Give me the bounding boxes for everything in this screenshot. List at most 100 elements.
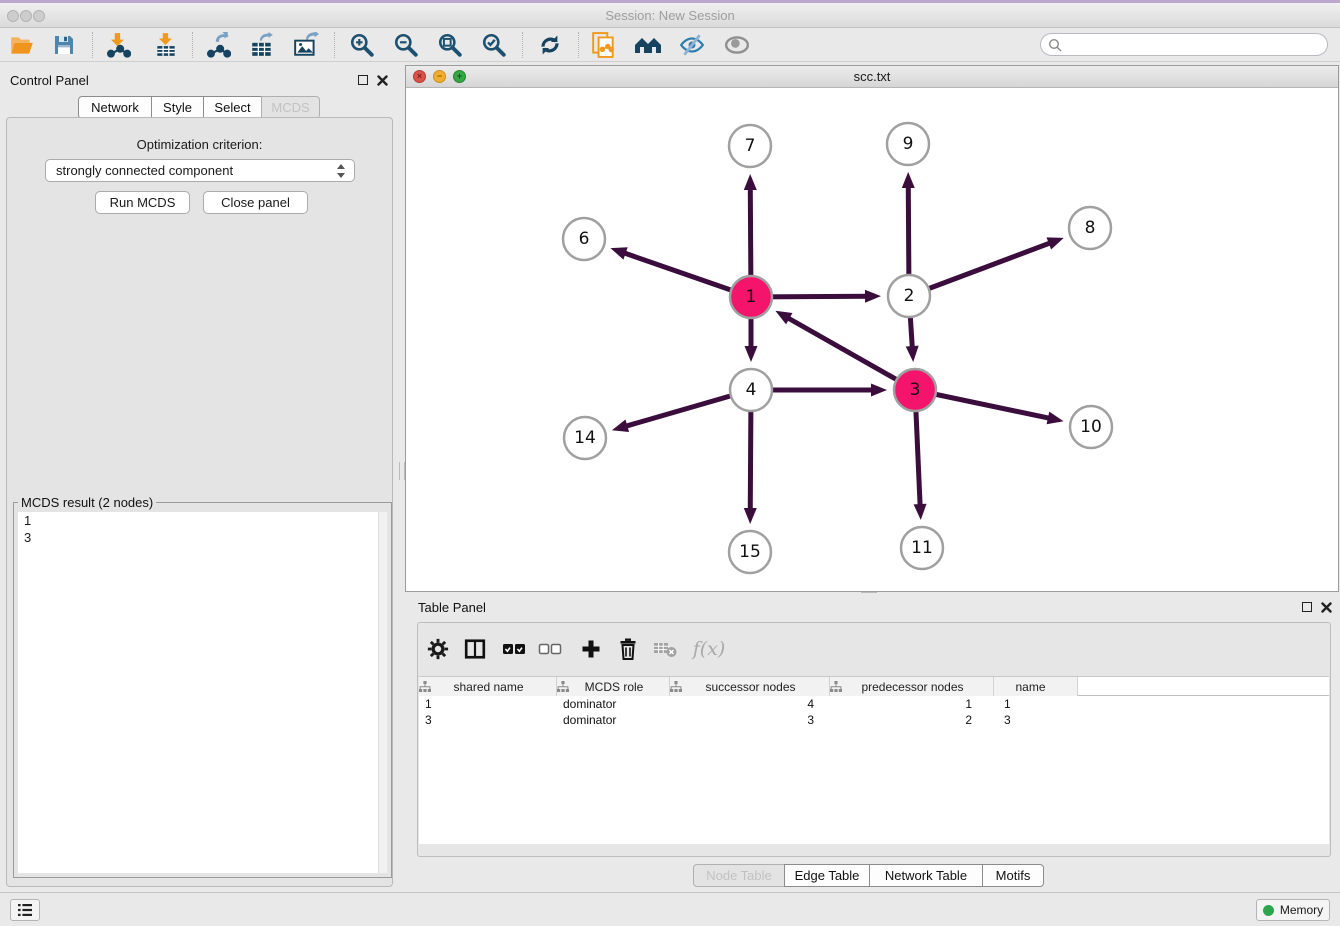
- table-toolbar: f(x): [418, 623, 1330, 673]
- import-table-icon[interactable]: [152, 31, 180, 59]
- show-eye-icon[interactable]: [723, 31, 751, 59]
- column-header-name[interactable]: name: [994, 677, 1078, 696]
- edge-3-1[interactable]: [775, 311, 915, 390]
- task-list-button[interactable]: [10, 899, 40, 921]
- table-row[interactable]: 1dominator411: [419, 696, 1329, 712]
- float-panel-icon[interactable]: [358, 75, 368, 85]
- tab-motifs[interactable]: Motifs: [982, 864, 1044, 887]
- node-label: 11: [911, 538, 933, 558]
- tab-edge-table[interactable]: Edge Table: [784, 864, 870, 887]
- node-1[interactable]: 1: [730, 276, 772, 318]
- search-field[interactable]: [1040, 33, 1328, 56]
- mcds-panel: Optimization criterion: strongly connect…: [6, 117, 393, 887]
- column-header-shared-name[interactable]: shared name: [419, 677, 557, 696]
- tab-network-table[interactable]: Network Table: [869, 864, 983, 887]
- zoom-selected-icon[interactable]: [480, 31, 508, 59]
- zoom-out-icon[interactable]: [392, 31, 420, 59]
- table-row[interactable]: 3dominator323: [419, 712, 1329, 728]
- node-label: 10: [1080, 417, 1102, 437]
- network-canvas[interactable]: 7 9 6 8 1 2 4 3 14 10 15 11: [406, 88, 1338, 591]
- column-header-label: predecessor nodes: [842, 680, 993, 694]
- deselect-all-checkboxes-icon[interactable]: [535, 634, 565, 664]
- node-6[interactable]: 6: [563, 218, 605, 260]
- result-scrollbar[interactable]: [378, 512, 387, 873]
- column-header-label: shared name: [431, 680, 556, 694]
- delete-column-icon[interactable]: [613, 634, 643, 664]
- node-label: 1: [746, 287, 757, 307]
- node-10[interactable]: 10: [1070, 406, 1112, 448]
- node-table: shared nameMCDS rolesuccessor nodes prede…: [419, 676, 1329, 844]
- run-mcds-button[interactable]: Run MCDS: [95, 191, 190, 214]
- toolbar-separator: [192, 32, 193, 58]
- houses-icon[interactable]: [634, 31, 662, 59]
- edge-2-8[interactable]: [909, 237, 1064, 296]
- export-image-icon[interactable]: [292, 31, 320, 59]
- optimization-label: Optimization criterion:: [7, 137, 392, 152]
- import-network-icon[interactable]: [104, 31, 132, 59]
- node-4[interactable]: 4: [730, 369, 772, 411]
- criterion-dropdown[interactable]: strongly connected component: [45, 159, 355, 182]
- table-content: f(x) shared nameMCDS rolesuccessor nodes…: [417, 622, 1331, 857]
- node-11[interactable]: 11: [901, 527, 943, 569]
- mcds-result-line: 1: [18, 512, 387, 529]
- table-cell: 1: [830, 696, 994, 712]
- fx-label: f(x): [693, 638, 726, 660]
- hide-eye-icon[interactable]: [678, 31, 706, 59]
- tab-mcds[interactable]: MCDS: [261, 96, 320, 119]
- column-header-successor-nodes[interactable]: successor nodes: [670, 677, 830, 696]
- copy-network-icon[interactable]: [590, 31, 618, 59]
- node-14[interactable]: 14: [564, 417, 606, 459]
- edge-1-6[interactable]: [610, 247, 751, 297]
- function-builder-icon[interactable]: f(x): [688, 634, 730, 664]
- select-all-checkboxes-icon[interactable]: [499, 634, 529, 664]
- export-network-icon[interactable]: [204, 31, 232, 59]
- table-cell: 3: [994, 712, 1078, 728]
- table-panel: Table Panel: [405, 595, 1339, 890]
- toolbar-separator: [92, 32, 93, 58]
- toggle-columns-icon[interactable]: [460, 634, 490, 664]
- column-type-icon: [670, 681, 682, 692]
- node-label: 4: [746, 380, 757, 400]
- control-panel-tabs: NetworkStyleSelectMCDS: [78, 96, 320, 119]
- mcds-result-text[interactable]: 13: [18, 512, 387, 873]
- zoom-fit-icon[interactable]: [436, 31, 464, 59]
- edge-3-10[interactable]: [915, 390, 1064, 424]
- node-label: 7: [745, 136, 756, 156]
- app-window: { "window": { "title": "Session: New Ses…: [0, 0, 1340, 926]
- node-label: 9: [903, 134, 914, 154]
- zoom-in-icon[interactable]: [348, 31, 376, 59]
- mcds-result-group: MCDS result (2 nodes) 13: [13, 495, 392, 878]
- tab-select[interactable]: Select: [203, 96, 262, 119]
- node-9[interactable]: 9: [887, 123, 929, 165]
- column-header-MCDS-role[interactable]: MCDS role: [557, 677, 670, 696]
- search-input[interactable]: [1062, 36, 1327, 54]
- table-panel-title: Table Panel: [418, 600, 486, 615]
- tab-node-table[interactable]: Node Table: [693, 864, 785, 887]
- table-cell: 2: [830, 712, 994, 728]
- node-15[interactable]: 15: [729, 531, 771, 573]
- memory-button[interactable]: Memory: [1256, 899, 1330, 921]
- save-session-icon[interactable]: [50, 31, 78, 59]
- table-header-row: shared nameMCDS rolesuccessor nodes prede…: [419, 677, 1329, 696]
- close-panel-icon[interactable]: [377, 75, 388, 86]
- float-table-panel-icon[interactable]: [1302, 602, 1312, 612]
- settings-gear-icon[interactable]: [423, 634, 453, 664]
- node-2[interactable]: 2: [888, 275, 930, 317]
- node-7[interactable]: 7: [729, 125, 771, 167]
- tab-network[interactable]: Network: [78, 96, 152, 119]
- refresh-icon[interactable]: [536, 31, 564, 59]
- control-panel: Control Panel NetworkStyleSelectMCDS Opt…: [0, 62, 399, 892]
- table-cell: 1: [994, 696, 1078, 712]
- delete-table-icon[interactable]: [650, 634, 680, 664]
- node-8[interactable]: 8: [1069, 207, 1111, 249]
- open-session-icon[interactable]: [8, 31, 36, 59]
- node-3[interactable]: 3: [894, 369, 936, 411]
- tab-style[interactable]: Style: [151, 96, 204, 119]
- network-window-titlebar[interactable]: × − + scc.txt: [406, 66, 1338, 88]
- close-panel-button[interactable]: Close panel: [203, 191, 308, 214]
- export-table-icon[interactable]: [248, 31, 276, 59]
- column-header-predecessor-nodes[interactable]: predecessor nodes: [830, 677, 994, 696]
- network-window: × − + scc.txt 7 9 6 8 1 2 4 3 14 10 15 11: [405, 65, 1339, 592]
- close-table-panel-icon[interactable]: [1321, 602, 1332, 613]
- add-column-icon[interactable]: [576, 634, 606, 664]
